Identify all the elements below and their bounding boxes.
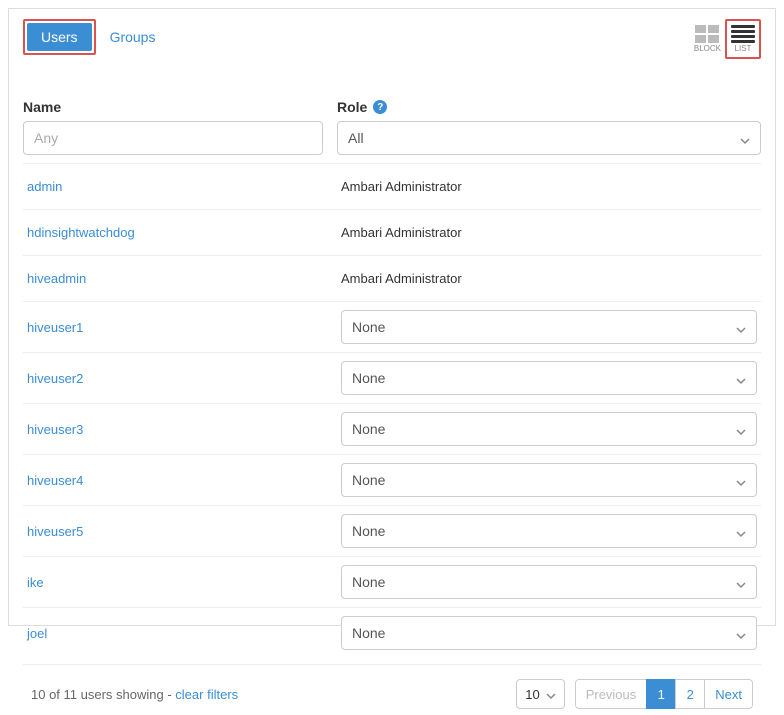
help-icon[interactable]: ? [373, 100, 387, 114]
highlight-list-toggle: LIST [725, 19, 761, 59]
view-toggle-list-label: LIST [735, 44, 752, 53]
view-toggle-block[interactable]: BLOCK [692, 23, 723, 55]
role-select-value: None [352, 472, 385, 488]
tabs: Users Groups [23, 19, 169, 55]
user-link[interactable]: hiveadmin [27, 271, 86, 286]
user-link[interactable]: ike [27, 575, 44, 590]
table-row: hdinsightwatchdog Ambari Administrator [23, 209, 761, 255]
role-select[interactable]: None [341, 514, 757, 548]
tab-groups[interactable]: Groups [96, 23, 170, 51]
status-text: 10 of 11 users showing - clear filters [31, 687, 238, 702]
user-link[interactable]: hiveuser2 [27, 371, 83, 386]
role-select-value: None [352, 319, 385, 335]
role-select-value: None [352, 625, 385, 641]
table-row: ike None [23, 556, 761, 607]
role-select-value: None [352, 370, 385, 386]
role-select[interactable]: None [341, 361, 757, 395]
chevron-down-icon [736, 322, 746, 332]
page-size-select[interactable]: 10 [516, 679, 564, 709]
page-size-value: 10 [525, 687, 539, 702]
column-header-name: Name [23, 99, 323, 115]
view-toggle-list[interactable]: LIST [729, 23, 757, 55]
block-icon [695, 25, 719, 43]
table-row: hiveuser1 None [23, 301, 761, 352]
user-link[interactable]: hiveuser5 [27, 524, 83, 539]
view-toggle-block-label: BLOCK [694, 44, 721, 53]
highlight-users-tab: Users [23, 19, 96, 55]
chevron-down-icon [736, 628, 746, 638]
role-filter-select[interactable]: All [337, 121, 761, 155]
role-select[interactable]: None [341, 616, 757, 650]
table-row: hiveadmin Ambari Administrator [23, 255, 761, 301]
role-select-value: None [352, 421, 385, 437]
role-select[interactable]: None [341, 310, 757, 344]
page-1-button[interactable]: 1 [646, 679, 676, 709]
role-select-value: None [352, 523, 385, 539]
table-row: admin Ambari Administrator [23, 163, 761, 209]
tab-users[interactable]: Users [27, 23, 92, 51]
page-2-button[interactable]: 2 [675, 679, 705, 709]
role-select[interactable]: None [341, 565, 757, 599]
role-select[interactable]: None [341, 463, 757, 497]
role-text: Ambari Administrator [341, 271, 757, 286]
role-select-value: None [352, 574, 385, 590]
chevron-down-icon [736, 526, 746, 536]
name-filter-input[interactable] [23, 121, 323, 155]
role-text: Ambari Administrator [341, 225, 757, 240]
user-link[interactable]: joel [27, 626, 47, 641]
list-icon [731, 25, 755, 43]
table-row: hiveuser4 None [23, 454, 761, 505]
table-body: adminAmbari Administratorhdinsightwatchd… [23, 163, 761, 658]
user-link[interactable]: hiveuser3 [27, 422, 83, 437]
status-count: 10 of 11 users showing - [31, 687, 175, 702]
column-header-role-text: Role [337, 99, 367, 115]
table-row: hiveuser3 None [23, 403, 761, 454]
clear-filters-link[interactable]: clear filters [175, 687, 238, 702]
table-row: hiveuser5 None [23, 505, 761, 556]
role-select[interactable]: None [341, 412, 757, 446]
next-button[interactable]: Next [704, 679, 753, 709]
role-text: Ambari Administrator [341, 179, 757, 194]
pagination: 10 Previous 1 2 Next [516, 679, 753, 709]
chevron-down-icon [740, 133, 750, 143]
previous-button[interactable]: Previous [575, 679, 648, 709]
user-link[interactable]: hdinsightwatchdog [27, 225, 135, 240]
chevron-down-icon [736, 577, 746, 587]
column-header-role: Role ? [337, 99, 761, 115]
chevron-down-icon [736, 424, 746, 434]
table-row: hiveuser2 None [23, 352, 761, 403]
view-toggles: BLOCK LIST [692, 19, 761, 59]
user-link[interactable]: admin [27, 179, 62, 194]
user-link[interactable]: hiveuser1 [27, 320, 83, 335]
chevron-down-icon [546, 689, 556, 699]
user-link[interactable]: hiveuser4 [27, 473, 83, 488]
role-filter-value: All [348, 130, 364, 146]
chevron-down-icon [736, 475, 746, 485]
chevron-down-icon [736, 373, 746, 383]
table-row: joel None [23, 607, 761, 658]
